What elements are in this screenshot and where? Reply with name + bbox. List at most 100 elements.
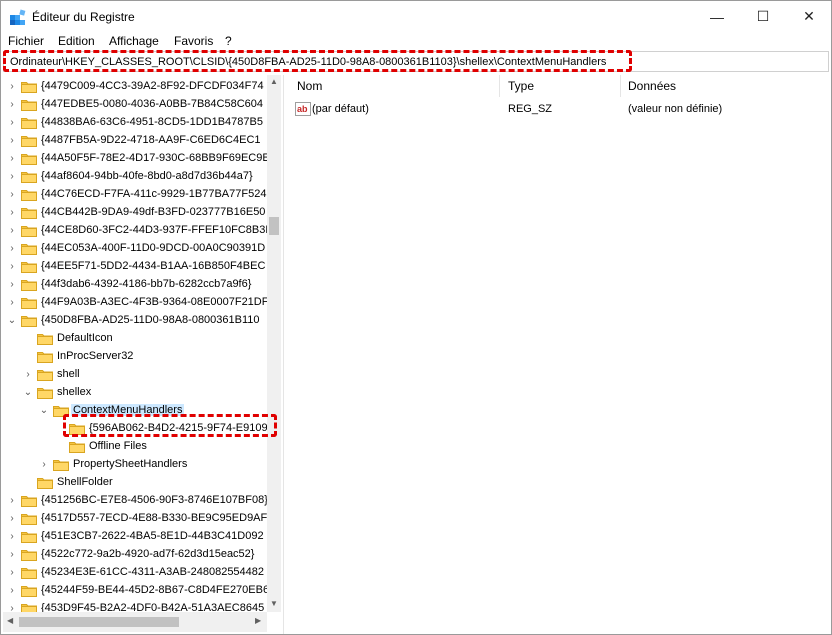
tree-vertical-scrollbar[interactable]: ▲ ▼ bbox=[267, 75, 281, 612]
registry-editor-window: Éditeur du Registre — ☐ ✕ Fichier Editio… bbox=[0, 0, 832, 635]
column-header-type[interactable]: Type bbox=[508, 79, 534, 93]
tree-item-label: {44C76ECD-F7FA-411c-9929-1B77BA77F524 bbox=[41, 188, 267, 200]
tree-item[interactable]: › {45234E3E-61CC-4311-A3AB-248082554482 bbox=[3, 564, 267, 582]
folder-icon bbox=[21, 566, 37, 579]
folder-icon bbox=[21, 80, 37, 93]
tree-item-label: {45244F59-BE44-45D2-8B67-C8D4FE270EB6 bbox=[41, 584, 267, 596]
menu-favoris[interactable]: Favoris bbox=[174, 34, 213, 48]
chevron-right-icon[interactable]: › bbox=[39, 459, 49, 471]
menu-help[interactable]: ? bbox=[225, 34, 232, 48]
tree-item[interactable]: › PropertySheetHandlers bbox=[3, 456, 267, 474]
chevron-right-icon[interactable]: › bbox=[7, 513, 17, 525]
chevron-down-icon[interactable]: ⌄ bbox=[23, 387, 33, 399]
scroll-down-icon[interactable]: ▼ bbox=[270, 599, 278, 608]
tree-item[interactable]: › {447EDBE5-0080-4036-A0BB-7B84C58C604 bbox=[3, 96, 267, 114]
value-row[interactable]: ab (par défaut) REG_SZ (valeur non défin… bbox=[289, 101, 829, 119]
tree-item[interactable]: › {45244F59-BE44-45D2-8B67-C8D4FE270EB6 bbox=[3, 582, 267, 600]
folder-icon bbox=[21, 152, 37, 165]
tree-item[interactable]: › {44EC053A-400F-11D0-9DCD-00A0C90391D bbox=[3, 240, 267, 258]
chevron-right-icon[interactable]: › bbox=[7, 495, 17, 507]
chevron-right-icon[interactable]: › bbox=[7, 549, 17, 561]
menu-edition[interactable]: Edition bbox=[58, 34, 95, 48]
scroll-right-icon[interactable]: ▶ bbox=[255, 616, 261, 625]
folder-icon bbox=[21, 170, 37, 183]
menu-affichage[interactable]: Affichage bbox=[109, 34, 159, 48]
tree-item[interactable]: › {44F9A03B-A3EC-4F3B-9364-08E0007F21DF bbox=[3, 294, 267, 312]
tree-item[interactable]: › {451256BC-E7E8-4506-90F3-8746E107BF08} bbox=[3, 492, 267, 510]
tree-item[interactable]: Offline Files bbox=[3, 438, 267, 456]
scroll-thumb-horizontal[interactable] bbox=[19, 617, 179, 627]
column-separator[interactable] bbox=[620, 75, 621, 97]
tree-item[interactable]: › {44CE8D60-3FC2-44D3-937F-FFEF10FC8B3F bbox=[3, 222, 267, 240]
chevron-right-icon[interactable]: › bbox=[7, 567, 17, 579]
chevron-right-icon[interactable]: › bbox=[7, 117, 17, 129]
values-pane[interactable]: Nom Type Données ab (par défaut) REG_SZ … bbox=[289, 75, 829, 634]
tree-item[interactable]: › {44838BA6-63C6-4951-8CD5-1DD1B4787B5 bbox=[3, 114, 267, 132]
title-bar[interactable]: Éditeur du Registre — ☐ ✕ bbox=[1, 1, 831, 32]
tree-item[interactable]: › {44A50F5F-78E2-4D17-930C-68BB9F69EC9E bbox=[3, 150, 267, 168]
folder-icon bbox=[53, 458, 69, 471]
tree-item[interactable]: ⌄ shellex bbox=[3, 384, 267, 402]
tree-item-label: {4517D557-7ECD-4E88-B330-BE9C95ED9AF bbox=[41, 512, 267, 524]
tree-item[interactable]: › {4517D557-7ECD-4E88-B330-BE9C95ED9AF bbox=[3, 510, 267, 528]
tree-item[interactable]: › {44EE5F71-5DD2-4434-B1AA-16B850F4BEC bbox=[3, 258, 267, 276]
chevron-right-icon[interactable]: › bbox=[7, 261, 17, 273]
tree-item-label: {4487FB5A-9D22-4718-AA9F-C6ED6C4EC1 bbox=[41, 134, 261, 146]
registry-editor-icon bbox=[10, 9, 26, 25]
tree-item[interactable]: › {4487FB5A-9D22-4718-AA9F-C6ED6C4EC1 bbox=[3, 132, 267, 150]
chevron-down-icon[interactable]: ⌄ bbox=[7, 315, 17, 327]
tree-item[interactable]: InProcServer32 bbox=[3, 348, 267, 366]
tree-item[interactable]: › {4522c772-9a2b-4920-ad7f-62d3d15eac52} bbox=[3, 546, 267, 564]
tree-item[interactable]: › {4479C009-4CC3-39A2-8F92-DFCDF034F74 bbox=[3, 78, 267, 96]
tree-item[interactable]: ⌄ {450D8FBA-AD25-11D0-98A8-0800361B110 bbox=[3, 312, 267, 330]
tree-item-label: InProcServer32 bbox=[57, 350, 134, 362]
chevron-down-icon[interactable]: ⌄ bbox=[39, 405, 49, 417]
folder-icon bbox=[37, 476, 53, 489]
column-header-donnees[interactable]: Données bbox=[628, 79, 676, 93]
folder-icon bbox=[21, 530, 37, 543]
folder-icon bbox=[21, 206, 37, 219]
column-header-nom[interactable]: Nom bbox=[297, 79, 322, 93]
scroll-left-icon[interactable]: ◀ bbox=[7, 616, 13, 625]
chevron-right-icon[interactable]: › bbox=[7, 135, 17, 147]
close-icon: ✕ bbox=[803, 8, 815, 24]
chevron-right-icon[interactable]: › bbox=[7, 153, 17, 165]
chevron-right-icon[interactable]: › bbox=[7, 81, 17, 93]
chevron-right-icon[interactable]: › bbox=[7, 585, 17, 597]
folder-icon bbox=[37, 386, 53, 399]
chevron-right-icon[interactable]: › bbox=[7, 297, 17, 309]
tree-item[interactable]: › {44C76ECD-F7FA-411c-9929-1B77BA77F524 bbox=[3, 186, 267, 204]
folder-icon bbox=[21, 548, 37, 561]
chevron-right-icon[interactable]: › bbox=[23, 369, 33, 381]
minimize-button[interactable]: — bbox=[694, 1, 740, 32]
menu-fichier[interactable]: Fichier bbox=[8, 34, 44, 48]
tree-item[interactable]: › {44CB442B-9DA9-49df-B3FD-023777B16E50 bbox=[3, 204, 267, 222]
key-tree[interactable]: › {4479C009-4CC3-39A2-8F92-DFCDF034F74 › {4… bbox=[3, 75, 283, 634]
tree-item-label: {44F9A03B-A3EC-4F3B-9364-08E0007F21DF bbox=[41, 296, 267, 308]
tree-item[interactable]: DefaultIcon bbox=[3, 330, 267, 348]
chevron-right-icon[interactable]: › bbox=[7, 207, 17, 219]
tree-item[interactable]: › {451E3CB7-2622-4BA5-8E1D-44B3C41D092 bbox=[3, 528, 267, 546]
chevron-right-icon[interactable]: › bbox=[7, 189, 17, 201]
chevron-right-icon[interactable]: › bbox=[7, 225, 17, 237]
chevron-right-icon[interactable]: › bbox=[7, 243, 17, 255]
scroll-thumb[interactable] bbox=[269, 217, 279, 235]
chevron-right-icon[interactable]: › bbox=[7, 171, 17, 183]
maximize-button[interactable]: ☐ bbox=[740, 1, 786, 32]
chevron-right-icon[interactable]: › bbox=[7, 531, 17, 543]
tree-item[interactable]: › {44f3dab6-4392-4186-bb7b-6282ccb7a9f6} bbox=[3, 276, 267, 294]
column-separator[interactable] bbox=[499, 75, 500, 97]
tree-item[interactable]: › {44af8604-94bb-40fe-8bd0-a8d7d36b44a7} bbox=[3, 168, 267, 186]
subkey-highlight-annotation bbox=[63, 414, 277, 437]
tree-item[interactable]: ShellFolder bbox=[3, 474, 267, 492]
folder-icon bbox=[21, 134, 37, 147]
value-name: (par défaut) bbox=[312, 103, 369, 115]
tree-horizontal-scrollbar[interactable]: ◀ ▶ bbox=[3, 612, 267, 632]
scroll-up-icon[interactable]: ▲ bbox=[270, 77, 278, 86]
close-button[interactable]: ✕ bbox=[786, 1, 832, 32]
chevron-right-icon[interactable]: › bbox=[7, 279, 17, 291]
folder-icon bbox=[21, 98, 37, 111]
folder-icon bbox=[69, 440, 85, 453]
chevron-right-icon[interactable]: › bbox=[7, 99, 17, 111]
tree-item[interactable]: › shell bbox=[3, 366, 267, 384]
